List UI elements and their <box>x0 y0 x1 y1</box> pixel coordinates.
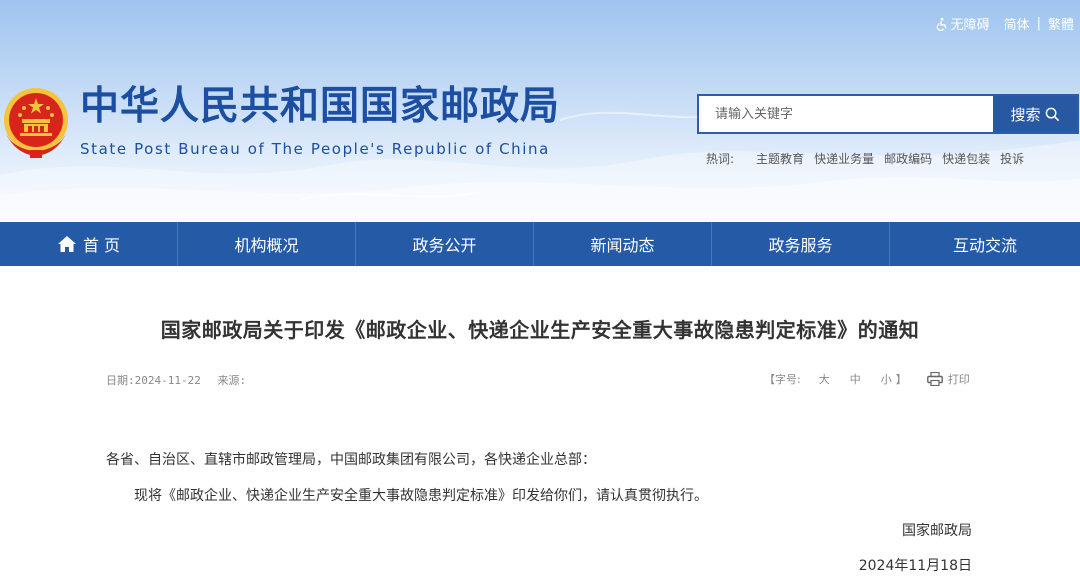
printer-icon <box>926 372 943 386</box>
hotword-link[interactable]: 投诉 <box>1000 150 1024 167</box>
search-button-label: 搜索 <box>1010 105 1041 124</box>
nav-item-services[interactable]: 政务服务 <box>712 222 890 266</box>
article-title: 国家邮政局关于印发《邮政企业、快递企业生产安全重大事故隐患判定标准》的通知 <box>160 318 920 342</box>
hotword-link[interactable]: 邮政编码 <box>884 150 932 167</box>
hotwords-bar: 热词: 主题教育 快递业务量 邮政编码 快递包装 投诉 <box>706 150 1034 167</box>
national-emblem-icon[interactable] <box>2 84 70 160</box>
search-input[interactable] <box>699 96 993 132</box>
font-size-small-button[interactable]: 小 <box>881 371 892 387</box>
article-signature: 国家邮政局 <box>902 523 972 539</box>
nav-item-interaction[interactable]: 互动交流 <box>890 222 1080 266</box>
article-tools: 【字号: 大 中 小 】 打印 <box>764 371 970 387</box>
hotwords-label: 热词: <box>706 152 735 166</box>
search-icon <box>1045 107 1059 121</box>
nav-item-public-affairs[interactable]: 政务公开 <box>356 222 534 266</box>
font-size-large-button[interactable]: 大 <box>819 371 830 387</box>
fontsize-bracket: 】 <box>895 373 907 386</box>
nav-item-about[interactable]: 机构概况 <box>178 222 356 266</box>
nav-item-label: 政务公开 <box>412 236 477 255</box>
article-meta: 日期:2024-11-22 来源: <box>106 372 246 388</box>
print-label: 打印 <box>947 373 970 386</box>
article-paragraph: 现将《邮政企业、快递企业生产安全重大事故隐患判定标准》印发给你们，请认真贯彻执行… <box>134 488 708 504</box>
article-paragraph: 各省、自治区、直辖市邮政管理局，中国邮政集团有限公司，各快递企业总部： <box>106 452 596 468</box>
site-subtitle: State Post Bureau of The People's Republ… <box>80 140 550 158</box>
date-value: 2024-11-22 <box>134 374 201 387</box>
nav-item-label: 机构概况 <box>234 236 299 255</box>
lang-traditional-link[interactable]: 繁體 <box>1048 14 1074 33</box>
lang-separator: | <box>1036 16 1041 31</box>
nav-item-news[interactable]: 新闻动态 <box>534 222 712 266</box>
search-button[interactable]: 搜索 <box>993 96 1077 132</box>
article-sign-date: 2024年11月18日 <box>858 558 972 574</box>
nav-item-label: 互动交流 <box>952 236 1017 255</box>
hotword-link[interactable]: 快递包装 <box>942 150 990 167</box>
site-title[interactable]: 中华人民共和国国家邮政局 <box>80 84 560 130</box>
home-icon <box>57 236 76 252</box>
main-nav: 首 页 机构概况 政务公开 新闻动态 政务服务 互动交流 <box>0 222 1080 266</box>
font-size-medium-button[interactable]: 中 <box>850 371 861 387</box>
nav-item-home[interactable]: 首 页 <box>0 222 178 266</box>
nav-item-label: 新闻动态 <box>590 236 655 255</box>
accessibility-icon <box>936 17 947 31</box>
fontsize-label: 【字号: <box>764 373 801 386</box>
source-label: 来源: <box>217 374 247 387</box>
print-button[interactable]: 打印 <box>926 371 970 387</box>
hotword-link[interactable]: 快递业务量 <box>814 150 874 167</box>
hotword-link[interactable]: 主题教育 <box>756 150 804 167</box>
accessibility-link[interactable]: 无障碍 <box>935 14 990 33</box>
nav-item-label: 首 页 <box>82 236 121 255</box>
site-header: 无障碍 简体 | 繁體 中华人民共和国国家邮政局 State Post Bure… <box>0 0 1080 222</box>
lang-simplified-link[interactable]: 简体 <box>1004 14 1030 33</box>
accessibility-label: 无障碍 <box>950 18 990 33</box>
search-form: 搜索 <box>697 94 1079 134</box>
top-utility-links: 无障碍 简体 | 繁體 <box>935 14 1074 33</box>
date-label: 日期: <box>106 374 135 387</box>
nav-item-label: 政务服务 <box>768 236 833 255</box>
